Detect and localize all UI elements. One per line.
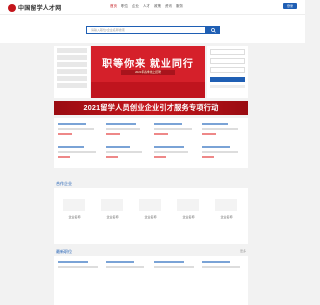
site-logo[interactable]: 中国留学人才网 bbox=[8, 3, 61, 12]
job-salary-line bbox=[58, 156, 70, 158]
enterprise-card[interactable]: 企业名称 bbox=[209, 191, 244, 241]
job-column bbox=[202, 118, 248, 168]
nav-item-news[interactable]: 资讯 bbox=[165, 4, 172, 9]
job-column bbox=[154, 118, 200, 168]
job-title-line[interactable] bbox=[154, 123, 182, 125]
logo-text: 中国留学人才网 bbox=[18, 6, 62, 12]
nav-item-home[interactable]: 首页 bbox=[110, 4, 117, 9]
nav-item-services[interactable]: 服务 bbox=[176, 4, 183, 9]
hero-banner[interactable]: 职等你来 就业同行 2021年春季线上招聘 bbox=[91, 46, 205, 98]
job-detail-line bbox=[106, 266, 144, 268]
category-item[interactable] bbox=[57, 62, 87, 67]
captcha-field[interactable] bbox=[210, 67, 245, 73]
nav-item-jobs[interactable]: 职位 bbox=[121, 4, 128, 9]
job-title-line[interactable] bbox=[202, 146, 230, 148]
job-detail-line bbox=[202, 151, 238, 153]
enterprise-card[interactable]: 企业名称 bbox=[57, 191, 92, 241]
job-listing-panel bbox=[54, 118, 248, 168]
main-nav: 首页 职位 企业 人才 政策 资讯 服务 bbox=[110, 4, 183, 9]
job-title-line[interactable] bbox=[154, 146, 184, 148]
job-salary-line bbox=[154, 133, 168, 135]
enterprise-name: 企业名称 bbox=[144, 215, 157, 219]
nav-item-talent[interactable]: 人才 bbox=[143, 4, 150, 9]
job-detail-line bbox=[154, 128, 192, 130]
enterprise-logo bbox=[215, 199, 237, 211]
enterprise-logo bbox=[139, 199, 161, 211]
panel-login-button[interactable] bbox=[210, 77, 245, 82]
nav-item-companies[interactable]: 企业 bbox=[132, 4, 139, 9]
search-icon bbox=[210, 27, 216, 33]
enterprise-name: 企业名称 bbox=[68, 215, 81, 219]
category-menu bbox=[54, 46, 90, 98]
enterprise-logo bbox=[101, 199, 123, 211]
logo-emblem-icon bbox=[8, 3, 16, 12]
enterprise-name: 企业名称 bbox=[106, 215, 119, 219]
enterprise-card[interactable]: 企业名称 bbox=[95, 191, 130, 241]
job-detail-line bbox=[106, 128, 140, 130]
enterprise-section-header: 合作企业 bbox=[54, 178, 248, 188]
promo-banner[interactable]: 2021留学人员创业企业引才服务专项行动 bbox=[54, 101, 248, 115]
search-button[interactable] bbox=[206, 26, 220, 34]
job-salary-line bbox=[202, 133, 216, 135]
enterprise-section-title: 合作企业 bbox=[56, 181, 72, 186]
job-salary-line bbox=[106, 133, 120, 135]
enterprise-card[interactable]: 企业名称 bbox=[171, 191, 206, 241]
enterprise-name: 企业名称 bbox=[182, 215, 195, 219]
category-item[interactable] bbox=[57, 83, 87, 88]
job-detail-line bbox=[106, 151, 142, 153]
job-title-line[interactable] bbox=[106, 146, 130, 148]
category-item[interactable] bbox=[57, 76, 87, 81]
job-title-line[interactable] bbox=[58, 146, 84, 148]
latest-jobs-header: 最新职位 更多 bbox=[54, 246, 248, 256]
login-button[interactable]: 登录 bbox=[283, 3, 297, 9]
search-input[interactable]: 请输入职位/企业名称搜索 bbox=[86, 26, 206, 34]
enterprise-grid: 企业名称 企业名称 企业名称 企业名称 企业名称 bbox=[54, 188, 248, 244]
job-title-line[interactable] bbox=[202, 123, 228, 125]
job-salary-line bbox=[106, 156, 118, 158]
job-detail-line bbox=[202, 266, 240, 268]
category-item[interactable] bbox=[57, 55, 87, 60]
login-panel bbox=[207, 46, 248, 98]
job-salary-line bbox=[154, 156, 166, 158]
job-salary-line bbox=[58, 133, 72, 135]
job-title-line[interactable] bbox=[154, 261, 184, 263]
job-title-line[interactable] bbox=[58, 123, 86, 125]
job-title-line[interactable] bbox=[202, 261, 230, 263]
nav-item-policy[interactable]: 政策 bbox=[154, 4, 161, 9]
enterprise-logo bbox=[63, 199, 85, 211]
search-area: 请输入职位/企业名称搜索 bbox=[0, 15, 305, 43]
job-column bbox=[58, 118, 104, 168]
latest-jobs-panel bbox=[54, 256, 248, 305]
job-title-line[interactable] bbox=[106, 261, 134, 263]
password-field[interactable] bbox=[210, 58, 245, 64]
enterprise-card[interactable]: 企业名称 bbox=[133, 191, 168, 241]
job-detail-line bbox=[58, 266, 98, 268]
username-field[interactable] bbox=[210, 49, 245, 55]
banner-headline: 职等你来 就业同行 bbox=[102, 59, 194, 70]
more-link[interactable]: 更多 bbox=[240, 249, 246, 253]
job-detail-line bbox=[58, 128, 94, 130]
top-bar: 中国留学人才网 首页 职位 企业 人才 政策 资讯 服务 登录 bbox=[0, 0, 305, 15]
banner-decoration bbox=[91, 82, 205, 98]
job-detail-line bbox=[154, 266, 194, 268]
category-item[interactable] bbox=[57, 48, 87, 53]
search-placeholder: 请输入职位/企业名称搜索 bbox=[91, 28, 125, 32]
latest-jobs-title: 最新职位 bbox=[56, 249, 72, 254]
job-detail-line bbox=[58, 151, 96, 153]
register-link[interactable] bbox=[210, 85, 245, 88]
job-detail-line bbox=[202, 128, 238, 130]
job-salary-line bbox=[202, 156, 214, 158]
job-title-line[interactable] bbox=[58, 261, 88, 263]
enterprise-name: 企业名称 bbox=[220, 215, 233, 219]
job-column bbox=[106, 118, 152, 168]
enterprise-logo bbox=[177, 199, 199, 211]
banner-subline: 2021年春季线上招聘 bbox=[121, 70, 175, 75]
category-item[interactable] bbox=[57, 69, 87, 74]
job-title-line[interactable] bbox=[106, 123, 136, 125]
job-detail-line bbox=[154, 151, 188, 153]
